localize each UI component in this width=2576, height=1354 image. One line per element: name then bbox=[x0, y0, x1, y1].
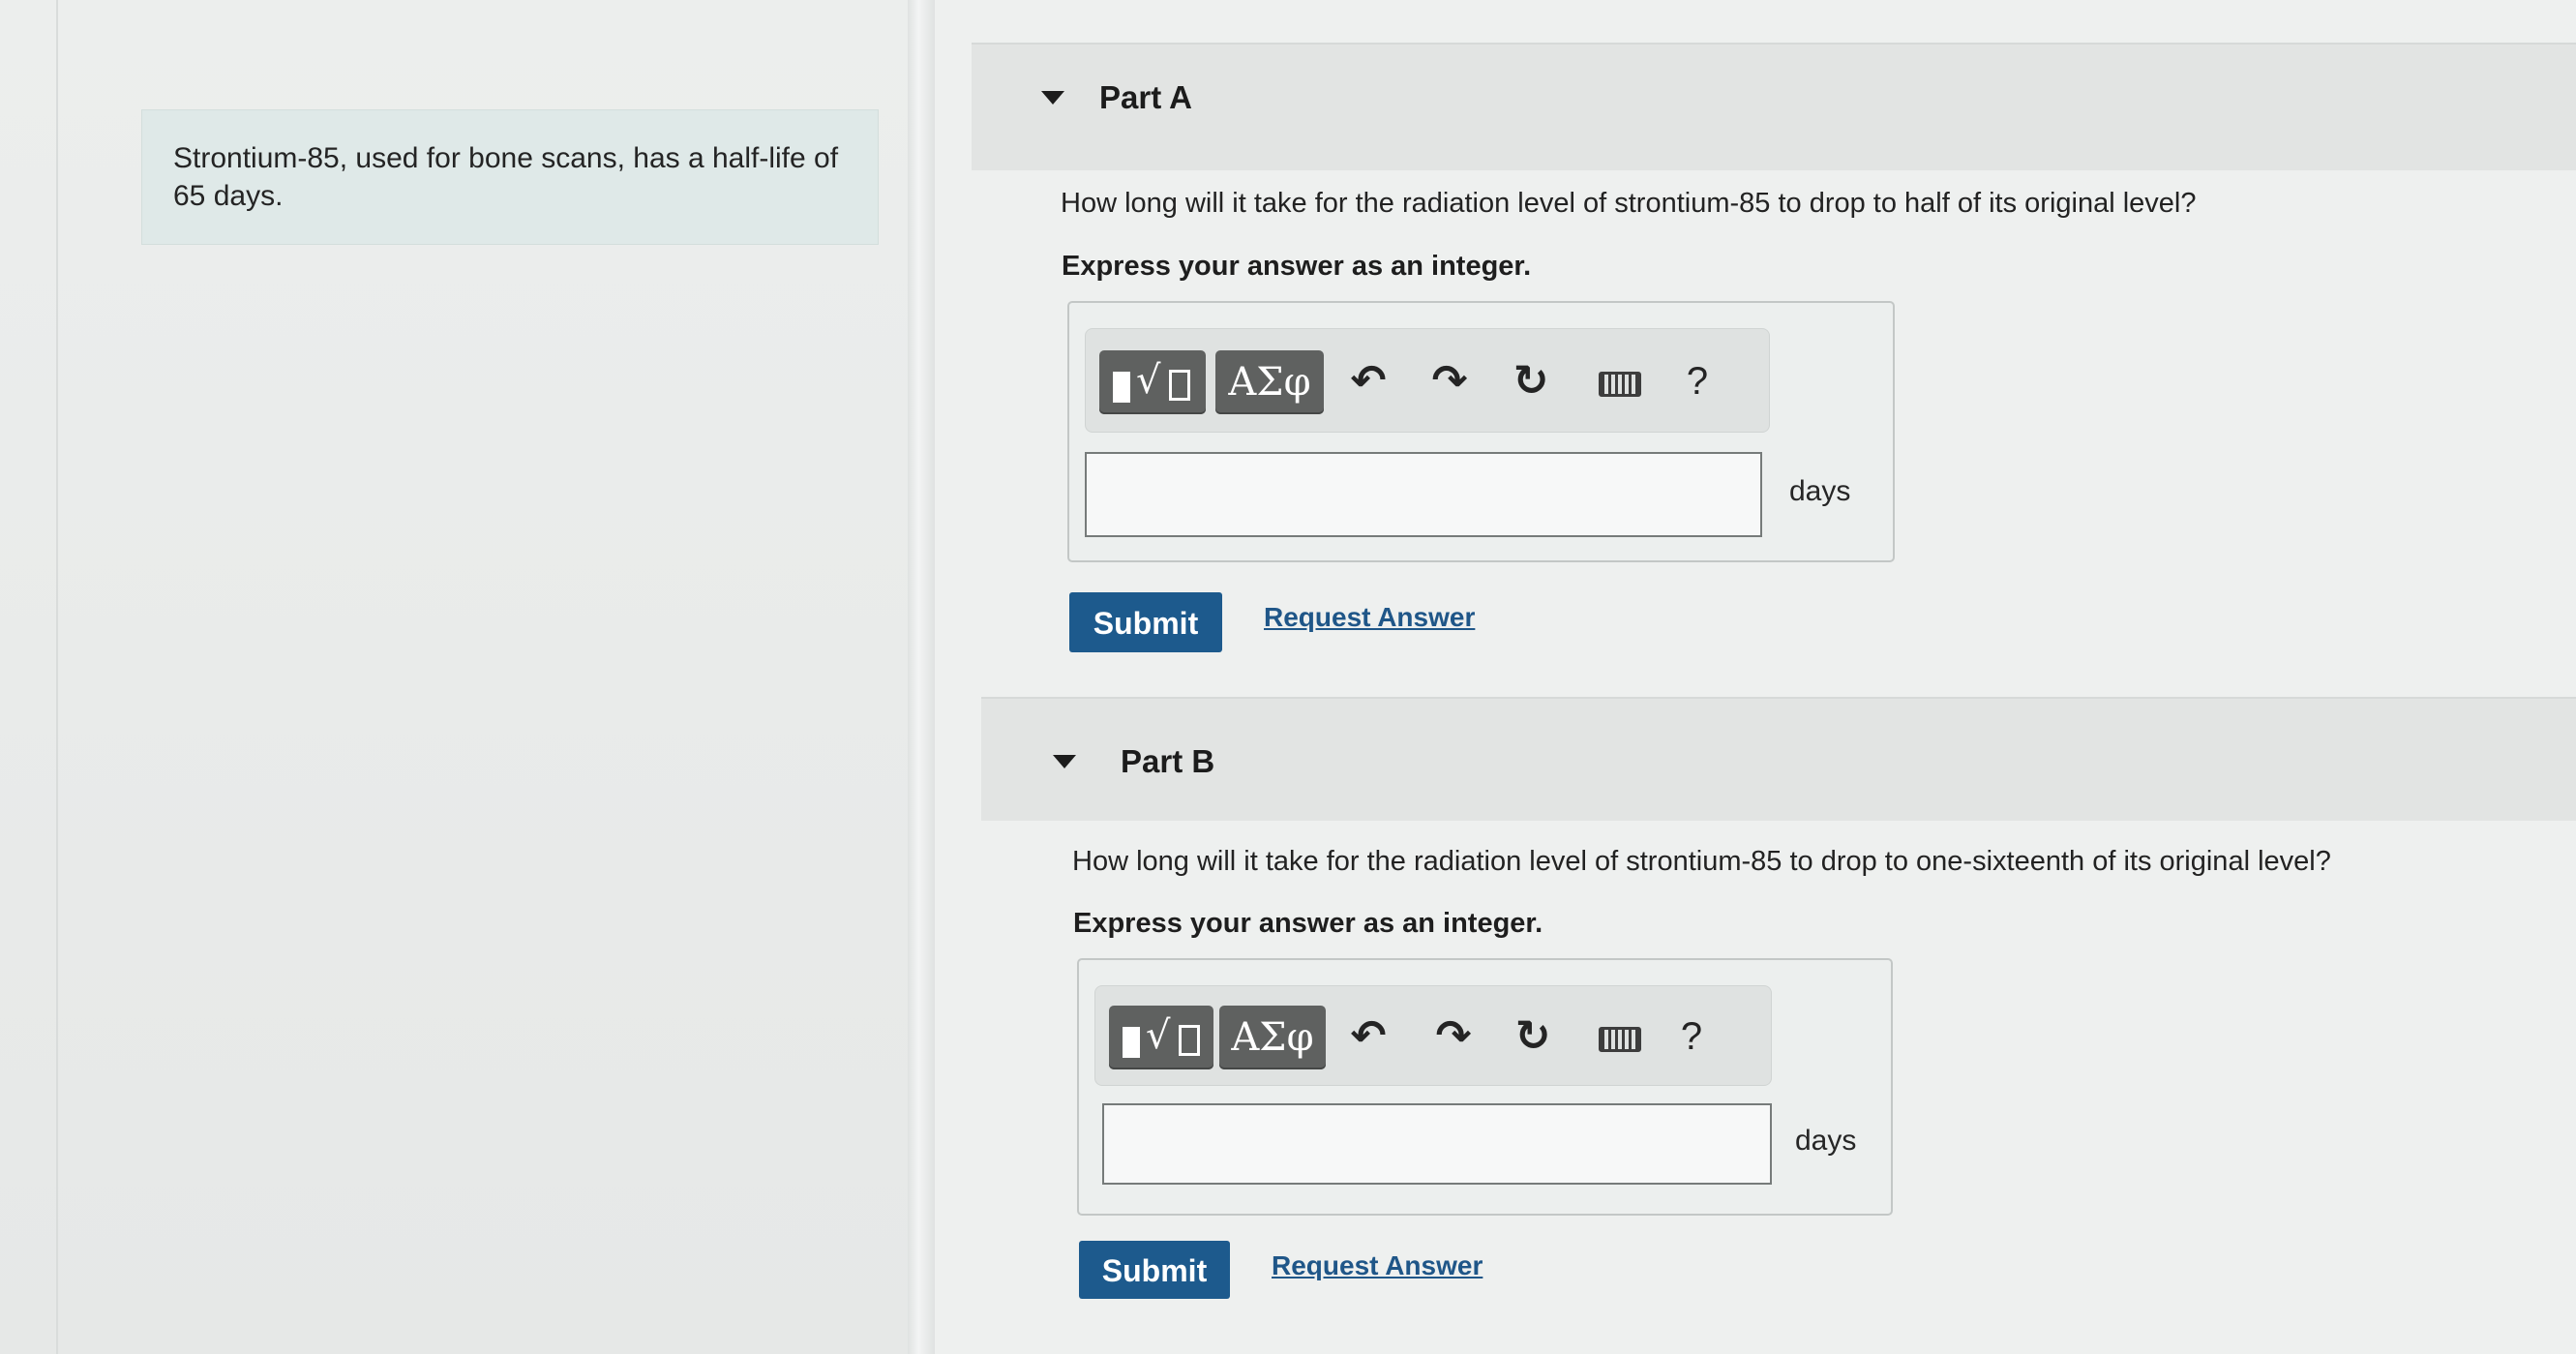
part-b-request-answer-link[interactable]: Request Answer bbox=[1272, 1250, 1483, 1281]
box-icon bbox=[1169, 370, 1190, 401]
left-panel-edge bbox=[56, 0, 58, 1354]
part-a-answer-box: √ ΑΣφ ↶ ↷ ↻ ? days bbox=[1067, 301, 1895, 562]
part-b-unit: days bbox=[1795, 1125, 1857, 1157]
part-b-answer-box: √ ΑΣφ ↶ ↷ ↻ ? days bbox=[1077, 958, 1893, 1216]
greek-symbols-button[interactable]: ΑΣφ bbox=[1215, 350, 1324, 414]
part-b-math-toolbar: √ ΑΣφ ↶ ↷ ↻ ? bbox=[1094, 985, 1772, 1086]
part-b-question: How long will it take for the radiation … bbox=[1072, 846, 2331, 877]
redo-icon[interactable]: ↷ bbox=[1428, 1011, 1479, 1062]
part-b-submit-button[interactable]: Submit bbox=[1079, 1241, 1230, 1299]
part-b-answer-input[interactable] bbox=[1102, 1103, 1772, 1185]
problem-intro: Strontium-85, used for bone scans, has a… bbox=[141, 109, 879, 245]
keyboard-icon[interactable] bbox=[1599, 372, 1641, 397]
part-a-request-answer-link[interactable]: Request Answer bbox=[1264, 602, 1475, 633]
right-panel: Part A How long will it take for the rad… bbox=[935, 0, 2576, 1354]
help-icon[interactable]: ? bbox=[1666, 1011, 1717, 1062]
template-button[interactable]: √ bbox=[1099, 350, 1206, 414]
part-b-instruction: Express your answer as an integer. bbox=[1073, 908, 1543, 939]
part-a-question: How long will it take for the radiation … bbox=[1061, 188, 2197, 219]
template-icon bbox=[1123, 1027, 1140, 1058]
keyboard-icon[interactable] bbox=[1599, 1027, 1641, 1052]
sqrt-icon: √ bbox=[1146, 1013, 1171, 1058]
part-a-math-toolbar: √ ΑΣφ ↶ ↷ ↻ ? bbox=[1085, 328, 1770, 433]
undo-icon[interactable]: ↶ bbox=[1343, 356, 1393, 406]
sqrt-icon: √ bbox=[1136, 358, 1161, 403]
panel-divider[interactable] bbox=[908, 0, 935, 1354]
part-a-title: Part A bbox=[1099, 79, 1192, 115]
redo-icon[interactable]: ↷ bbox=[1424, 356, 1475, 406]
greek-symbols-button[interactable]: ΑΣφ bbox=[1219, 1006, 1326, 1069]
part-a-answer-input[interactable] bbox=[1085, 452, 1762, 537]
problem-intro-text: Strontium-85, used for bone scans, has a… bbox=[173, 142, 839, 212]
collapse-caret-icon[interactable] bbox=[1041, 91, 1064, 105]
collapse-caret-icon[interactable] bbox=[1053, 755, 1076, 768]
left-panel: Strontium-85, used for bone scans, has a… bbox=[0, 0, 908, 1354]
reset-icon[interactable]: ↻ bbox=[1506, 356, 1556, 406]
part-b-header[interactable]: Part B bbox=[981, 697, 2576, 821]
template-icon bbox=[1113, 372, 1130, 403]
reset-icon[interactable]: ↻ bbox=[1508, 1011, 1558, 1062]
part-a-unit: days bbox=[1789, 475, 1851, 507]
part-a-instruction: Express your answer as an integer. bbox=[1062, 251, 1532, 282]
help-icon[interactable]: ? bbox=[1672, 356, 1722, 406]
part-a-header[interactable]: Part A bbox=[972, 43, 2576, 170]
template-button[interactable]: √ bbox=[1109, 1006, 1213, 1069]
undo-icon[interactable]: ↶ bbox=[1343, 1011, 1393, 1062]
part-a-submit-button[interactable]: Submit bbox=[1069, 592, 1222, 652]
part-b-title: Part B bbox=[1121, 743, 1215, 779]
box-icon bbox=[1179, 1025, 1200, 1056]
